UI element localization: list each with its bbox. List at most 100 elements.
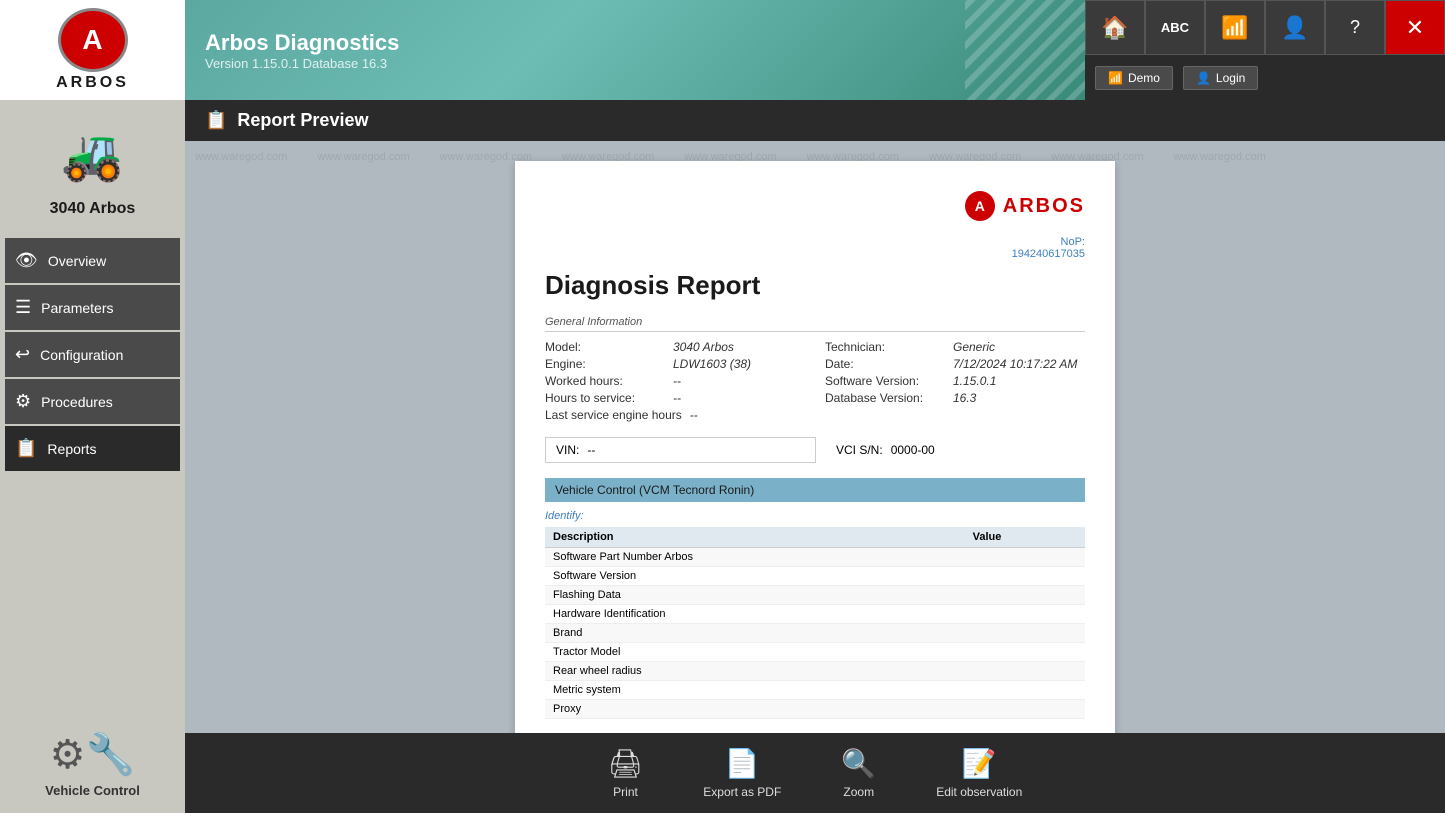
vci-sn-row: VCI S/N: 0000-00 — [836, 437, 1085, 463]
vehicle-control-label: Vehicle Control — [45, 783, 140, 798]
hours-to-service-label: Hours to service: — [545, 391, 665, 405]
procedures-label: Procedures — [41, 394, 113, 410]
row-value — [965, 624, 1085, 643]
parameters-icon: ☰ — [15, 297, 31, 318]
last-service-label: Last service engine hours — [545, 408, 682, 422]
row-description: Rear wheel radius — [545, 662, 965, 681]
header-right: 🏠 ABC 📶 👤 ? ✕ 📶 Demo 👤 Login — [1085, 0, 1445, 100]
row-value — [965, 586, 1085, 605]
info-grid: Model: 3040 Arbos Technician: Generic En… — [545, 340, 1085, 422]
col-value: Value — [965, 527, 1085, 548]
vin-value: -- — [587, 443, 595, 457]
worked-hours-value: -- — [673, 374, 681, 388]
app-title: Arbos Diagnostics — [205, 30, 1065, 56]
date-value: 7/12/2024 10:17:22 AM — [953, 357, 1077, 371]
general-info-label: General Information — [545, 316, 1085, 332]
home-button[interactable]: 🏠 — [1085, 0, 1145, 55]
row-description: Metric system — [545, 681, 965, 700]
table-row: Hardware Identification — [545, 605, 1085, 624]
col-description: Description — [545, 527, 965, 548]
row-description: Proxy — [545, 700, 965, 719]
header-top-buttons: 🏠 ABC 📶 👤 ? ✕ — [1085, 0, 1445, 55]
sidebar-item-parameters[interactable]: ☰ Parameters — [5, 285, 180, 330]
print-button[interactable]: 🖨 Print — [608, 747, 644, 799]
edit-observation-button[interactable]: 📝 Edit observation — [936, 747, 1022, 799]
language-button[interactable]: ABC — [1145, 0, 1205, 55]
row-description: Software Part Number Arbos — [545, 548, 965, 567]
table-row: Tractor Model — [545, 643, 1085, 662]
worked-hours-row: Worked hours: -- — [545, 374, 805, 388]
vci-sn-label: VCI S/N: — [836, 443, 883, 457]
export-pdf-label: Export as PDF — [703, 785, 781, 799]
sidebar-item-procedures[interactable]: ⚙ Procedures — [5, 379, 180, 424]
technician-label: Technician: — [825, 340, 945, 354]
bottom-toolbar: 🖨 Print 📄 Export as PDF 🔍 Zoom 📝 Edit ob… — [185, 733, 1445, 813]
software-version-value: 1.15.0.1 — [953, 374, 996, 388]
zoom-button[interactable]: 🔍 Zoom — [841, 747, 876, 799]
reports-icon: 📋 — [15, 438, 37, 459]
table-row: Software Version — [545, 567, 1085, 586]
last-service-value: -- — [690, 408, 698, 422]
nav-items: 👁 Overview ☰ Parameters ↩ Configuration … — [0, 233, 185, 476]
help-button[interactable]: ? — [1325, 0, 1385, 55]
login-label: Login — [1216, 71, 1245, 85]
model-row: Model: 3040 Arbos — [545, 340, 805, 354]
worked-hours-label: Worked hours: — [545, 374, 665, 388]
last-service-row: Last service engine hours -- — [545, 408, 1085, 422]
app-version: Version 1.15.0.1 Database 16.3 — [205, 56, 1065, 71]
zoom-label: Zoom — [843, 785, 874, 799]
report-preview-icon: 📋 — [205, 110, 227, 131]
sidebar-item-reports[interactable]: 📋 Reports — [5, 426, 180, 471]
database-version-row: Database Version: 16.3 — [825, 391, 1085, 405]
export-pdf-button[interactable]: 📄 Export as PDF — [703, 747, 781, 799]
row-value — [965, 700, 1085, 719]
close-button[interactable]: ✕ — [1385, 0, 1445, 55]
table-row: Software Part Number Arbos — [545, 548, 1085, 567]
row-description: Software Version — [545, 567, 965, 586]
table-row: Flashing Data — [545, 586, 1085, 605]
report-doc-header: A ARBOS — [545, 191, 1085, 221]
row-description: Hardware Identification — [545, 605, 965, 624]
wifi-button[interactable]: 📶 — [1205, 0, 1265, 55]
vci-sn-value: 0000-00 — [891, 443, 935, 457]
software-version-label: Software Version: — [825, 374, 945, 388]
print-label: Print — [613, 785, 638, 799]
vehicle-control-table: Description Value Software Part Number A… — [545, 527, 1085, 719]
technician-row: Technician: Generic — [825, 340, 1085, 354]
vehicle-control-section-header: Vehicle Control (VCM Tecnord Ronin) — [545, 478, 1085, 502]
hours-to-service-row: Hours to service: -- — [545, 391, 805, 405]
report-title: Diagnosis Report — [545, 270, 1085, 301]
main-container: 🚜 3040 Arbos 👁 Overview ☰ Parameters ↩ C… — [0, 100, 1445, 813]
model-value: 3040 Arbos — [673, 340, 734, 354]
row-description: Brand — [545, 624, 965, 643]
report-logo: A ARBOS — [965, 191, 1085, 221]
engine-label: Engine: — [545, 357, 665, 371]
nop-value: 194240617035 — [1012, 248, 1085, 260]
row-value — [965, 643, 1085, 662]
row-value — [965, 681, 1085, 700]
demo-button[interactable]: 📶 Demo — [1095, 66, 1173, 90]
row-value — [965, 548, 1085, 567]
model-label: Model: — [545, 340, 665, 354]
configuration-label: Configuration — [40, 347, 123, 363]
export-pdf-icon: 📄 — [725, 747, 760, 780]
login-button[interactable]: 👤 Login — [1183, 66, 1258, 90]
sidebar-item-configuration[interactable]: ↩ Configuration — [5, 332, 180, 377]
logo-icon: A — [58, 8, 128, 72]
table-row: Rear wheel radius — [545, 662, 1085, 681]
page-header: 📋 Report Preview — [185, 100, 1445, 141]
date-row: Date: 7/12/2024 10:17:22 AM — [825, 357, 1085, 371]
vin-label: VIN: — [556, 443, 579, 457]
table-row: Brand — [545, 624, 1085, 643]
edit-observation-icon: 📝 — [962, 747, 997, 780]
row-value — [965, 662, 1085, 681]
sidebar-item-overview[interactable]: 👁 Overview — [5, 238, 180, 283]
vehicle-control-section[interactable]: ⚙🔧 Vehicle Control — [0, 716, 185, 813]
user-button[interactable]: 👤 — [1265, 0, 1325, 55]
logo-text: ARBOS — [56, 74, 129, 92]
report-logo-circle: A — [965, 191, 995, 221]
report-logo-text: ARBOS — [1003, 195, 1085, 218]
logo-letter: A — [82, 24, 102, 56]
procedures-icon: ⚙ — [15, 391, 31, 412]
row-value — [965, 605, 1085, 624]
